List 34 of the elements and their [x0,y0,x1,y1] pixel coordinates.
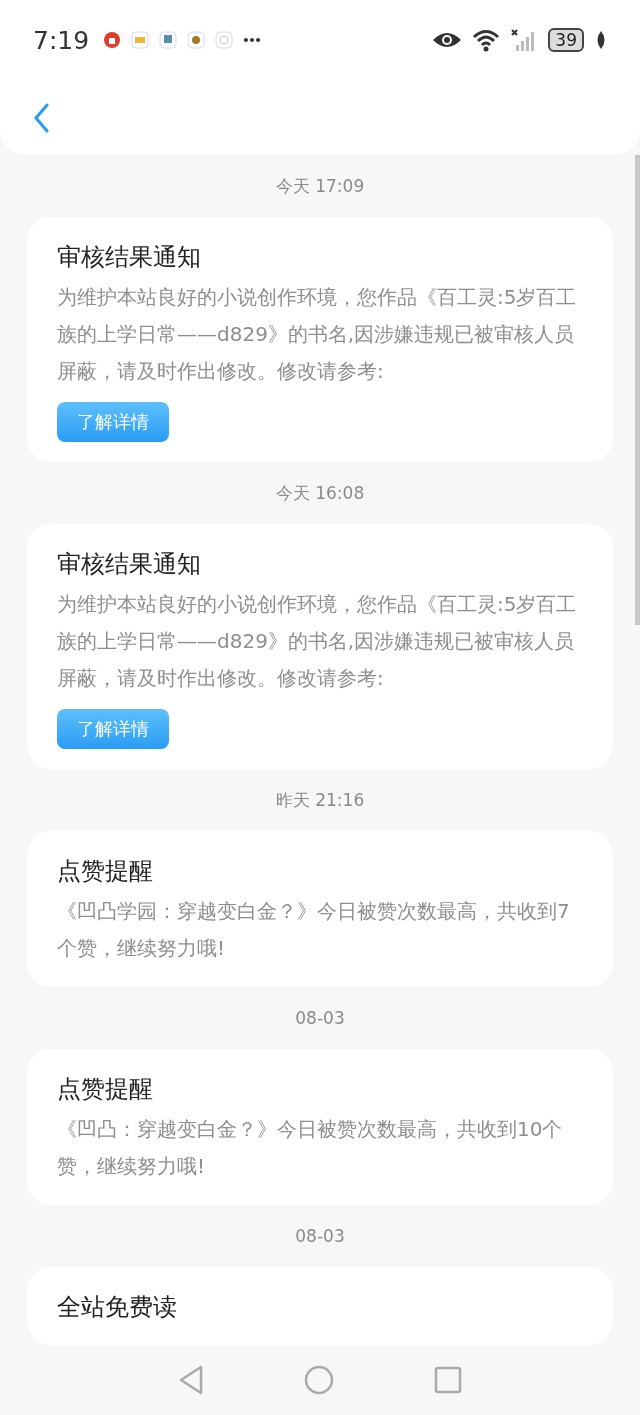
message-time: 昨天 21:16 [275,788,365,812]
message-card[interactable]: 点赞提醒 《凹凸：穿越变白金？》今日被赞次数最高，共收到10个赞，继续努力哦! [27,1049,613,1205]
status-time: 7:19 [33,25,90,55]
notification-icon [131,31,150,49]
message-text: 《凹凸：穿越变白金？》今日被赞次数最高，共收到10个赞，继续努力哦! [57,1116,564,1180]
message-title: 点赞提醒 [57,1074,154,1105]
message-time: 08-03 [295,1225,345,1248]
message-card[interactable]: 审核结果通知 为维护本站良好的小说创作环境，您作品《百工灵:5岁百工族的上学日常——d829》的书名,因涉嫌违规已被审核人员屏蔽，请及时作出修改。修改请参考: 了解详情 [27,217,613,462]
battery-level: 39 [548,28,584,52]
message-title: 审核结果通知 [57,549,202,580]
back-icon[interactable] [33,102,49,133]
message-time: 08-03 [295,1007,345,1030]
notification-icon [159,31,178,49]
message-card[interactable]: 全站免费读 [27,1267,613,1345]
more-icon [243,37,262,43]
message-card[interactable]: 审核结果通知 为维护本站良好的小说创作环境，您作品《百工灵:5岁百工族的上学日常——d829》的书名,因涉嫌违规已被审核人员屏蔽，请及时作出修改。修改请参考: 了解详情 [27,524,613,769]
message-title: 点赞提醒 [57,856,154,887]
message-time: 今天 17:09 [275,174,365,198]
message-text: 《凹凸学园：穿越变白金？》今日被赞次数最高，共收到7个赞，继续努力哦! [57,898,571,962]
message-time: 今天 16:08 [275,481,365,505]
message-card[interactable]: 点赞提醒 《凹凸学园：穿越变白金？》今日被赞次数最高，共收到7个赞，继续努力哦! [27,831,613,987]
notification-icon [103,31,122,49]
notification-icon [187,31,206,49]
scrollbar[interactable] [635,155,640,625]
home-nav-icon[interactable] [304,1365,334,1395]
eye-icon [432,30,463,50]
message-text: 为维护本站良好的小说创作环境，您作品《百工灵:5岁百工族的上学日常——d829》的书名,因涉嫌违规已被审核人员屏蔽，请及时作出修改。修改请参考: [57,591,578,692]
wifi-icon [472,28,501,52]
message-title: 全站免费读 [57,1292,178,1323]
notification-icon [215,31,234,49]
back-nav-icon[interactable] [178,1365,204,1395]
message-title: 审核结果通知 [57,242,202,273]
recents-nav-icon[interactable] [434,1366,462,1394]
message-text: 为维护本站良好的小说创作环境，您作品《百工灵:5岁百工族的上学日常——d829》的书名,因涉嫌违规已被审核人员屏蔽，请及时作出修改。修改请参考: [57,284,578,385]
